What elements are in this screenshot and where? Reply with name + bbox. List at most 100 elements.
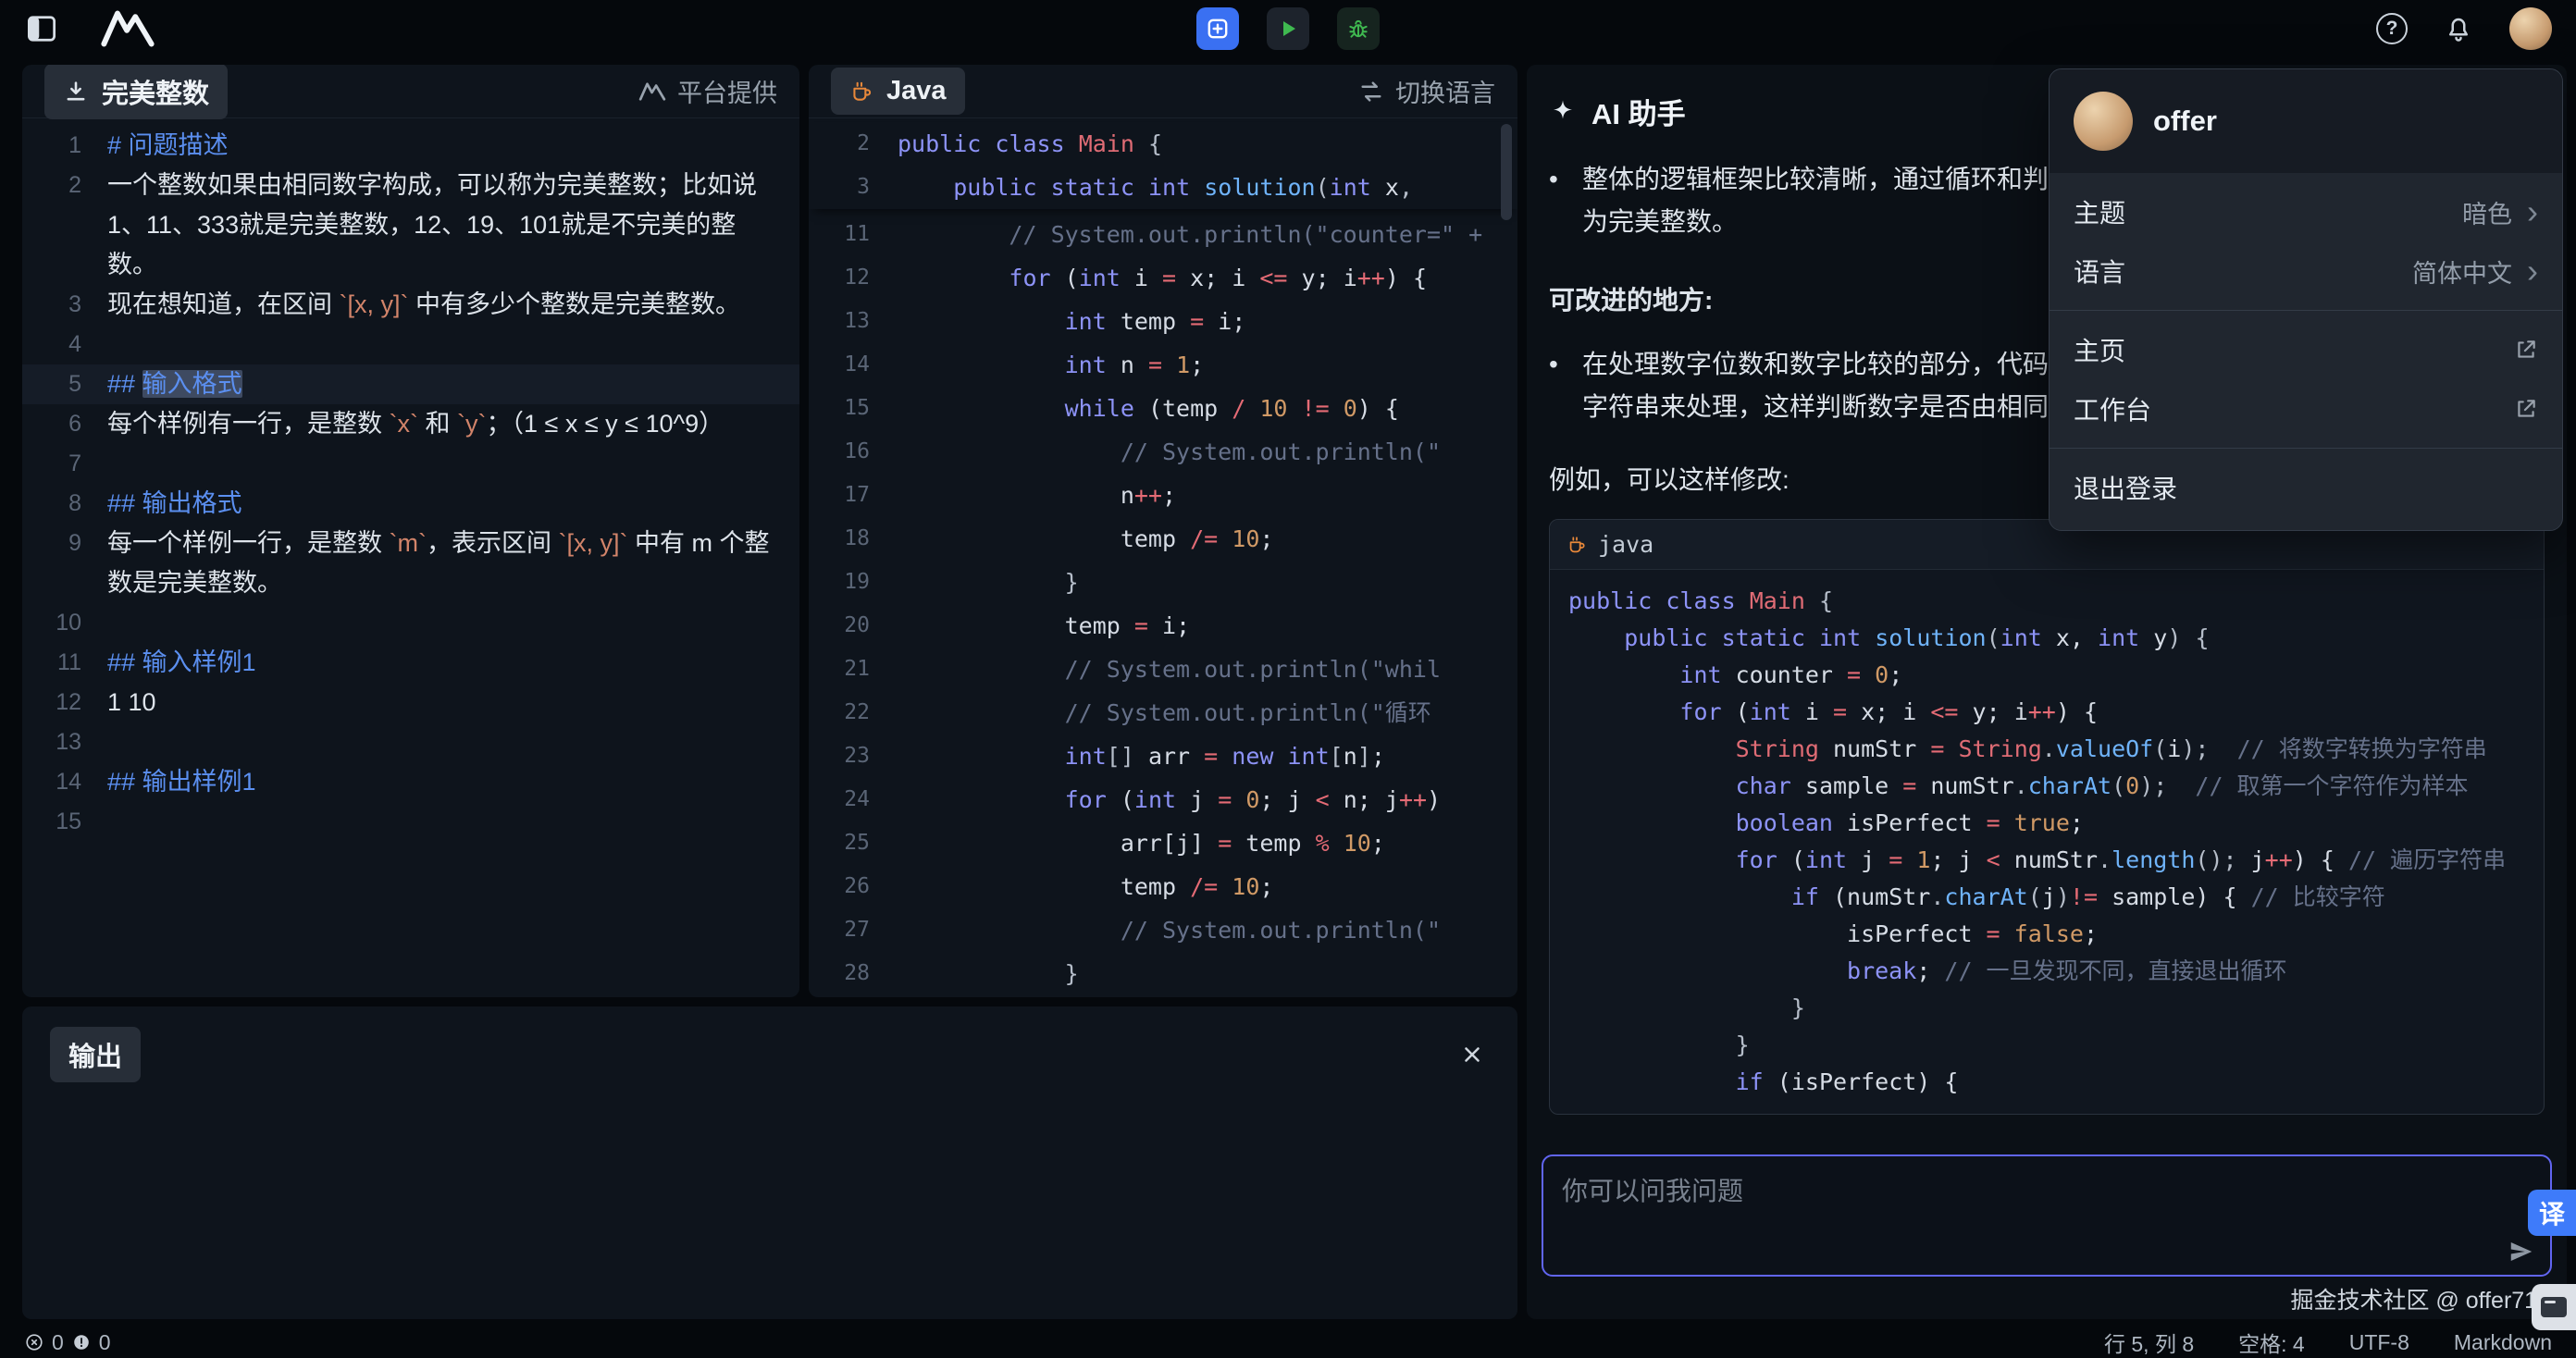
code-editor-panel: Java 切换语言 2public class Main {3 public s… (809, 65, 1517, 997)
code-token: != (1302, 395, 1330, 422)
code-token: int (1805, 846, 1847, 873)
code-token: `[x, y]` (559, 529, 628, 557)
line-number: 1 (22, 126, 107, 166)
help-button[interactable]: ? (2376, 13, 2408, 44)
indent-setting[interactable]: 空格: 4 (2238, 1327, 2305, 1358)
code-token: j (2042, 883, 2056, 910)
menu-item-home[interactable]: 主页 (2050, 320, 2562, 379)
problem-markdown-editor[interactable]: 1# 问题描述2一个整数如果由相同数字构成，可以称为完美整数；比如说1、11、3… (22, 118, 799, 842)
code-token (898, 830, 1121, 857)
menu-divider (2050, 310, 2562, 311)
code-token: <= (1259, 265, 1287, 291)
code-token: ; (1916, 957, 1944, 984)
line-number: 9 (22, 524, 107, 603)
code-token: 每个样例有一行，是整数 (107, 410, 390, 438)
problem-panel-header: 完美整数 平台提供 (22, 65, 799, 118)
code-token: ( (2153, 735, 2167, 762)
sidebar-toggle-button[interactable] (26, 15, 57, 43)
code-token (1218, 743, 1232, 770)
code-token: ## (107, 370, 142, 398)
code-token: { (1148, 130, 1162, 157)
bullet-dot: • (1549, 343, 1582, 428)
line-number: 22 (809, 691, 898, 735)
notifications-button[interactable] (2445, 15, 2472, 43)
code-token: ; j (1930, 846, 1986, 873)
code-token: (numStr (1819, 883, 1930, 910)
menu-item-logout[interactable]: 退出登录 (2050, 458, 2562, 517)
code-line: 20 temp = i; (809, 604, 1517, 648)
line-number: 28 (809, 952, 898, 995)
run-button[interactable] (1267, 7, 1309, 50)
code-token: % (1316, 830, 1330, 857)
code-token: int (1288, 743, 1330, 770)
editor-scrollbar-thumb[interactable] (1501, 124, 1512, 220)
code-token: sample) { (2098, 883, 2251, 910)
code-token (1652, 587, 1666, 614)
username: offer (2153, 105, 2217, 138)
code-token (1273, 743, 1287, 770)
menu-item-theme[interactable]: 主题暗色› (2050, 182, 2562, 241)
output-title-tab[interactable]: 输出 (50, 1027, 141, 1082)
code-token: 和 (418, 410, 457, 438)
code-token: } (1065, 569, 1079, 596)
extension-fab-button[interactable] (2532, 1284, 2576, 1330)
close-output-button[interactable] (1460, 1043, 1484, 1067)
code-token: ) (2056, 883, 2070, 910)
menu-item-language[interactable]: 语言简体中文› (2050, 241, 2562, 301)
code-token: n (1121, 482, 1134, 509)
code-token: ，表示区间 (427, 529, 559, 557)
run-icon (1277, 18, 1299, 40)
translate-fab-button[interactable]: 译 (2528, 1190, 2576, 1236)
user-avatar[interactable] (2509, 7, 2552, 50)
code-token: temp (1232, 830, 1315, 857)
code-token: # 问题描述 (107, 131, 229, 159)
code-token: ; (1889, 661, 1902, 688)
code-token: 10 (1232, 873, 1259, 900)
problem-title-tab[interactable]: 完美整数 (44, 65, 228, 119)
code-token: 0 (2125, 772, 2139, 799)
menu-item-workspace[interactable]: 工作台 (2050, 379, 2562, 438)
code-token: /= (1190, 873, 1218, 900)
code-token: ; (1259, 873, 1273, 900)
code-token: `[x, y]` (340, 290, 409, 318)
problems-indicator[interactable]: 0 0 (24, 1330, 111, 1355)
code-token: class (995, 130, 1064, 157)
switch-language-button[interactable]: 切换语言 (1358, 73, 1495, 109)
code-token: = (1902, 772, 1916, 799)
language-tab-java[interactable]: Java (831, 68, 965, 115)
code-token (1568, 809, 1736, 836)
send-button[interactable] (2508, 1238, 2535, 1265)
code-token: ; (2084, 920, 2098, 947)
code-token: ); (2139, 772, 2167, 799)
code-token: ( (2028, 883, 2042, 910)
code-line: char sample = numStr.charAt(0); // 取第一个字… (1568, 768, 2525, 805)
line-number: 21 (809, 648, 898, 691)
code-token (1568, 994, 1791, 1021)
line-number: 18 (809, 517, 898, 561)
code-token (2181, 624, 2195, 651)
user-menu-header: offer (2050, 69, 2562, 173)
language-mode[interactable]: Markdown (2454, 1330, 2552, 1355)
menu-item-label: 退出登录 (2074, 469, 2177, 506)
code-line: 26 temp /= 10; (809, 865, 1517, 908)
code-token: int (2098, 624, 2139, 651)
add-button[interactable] (1196, 7, 1239, 50)
sidebar-toggle-icon (26, 15, 57, 43)
code-token: `m` (390, 529, 427, 557)
code-line: String numStr = String.valueOf(i); // 将数… (1568, 731, 2525, 768)
code-token: ( (2112, 772, 2125, 799)
code-token (1568, 920, 1847, 947)
debug-button[interactable] (1337, 7, 1380, 50)
code-token: temp (1107, 308, 1190, 335)
code-token (2209, 735, 2236, 762)
code-line: if (numStr.charAt(j)!= sample) { // 比较字符 (1568, 879, 2525, 916)
code-token (1245, 395, 1259, 422)
chat-input[interactable] (1543, 1156, 2550, 1275)
encoding-setting[interactable]: UTF-8 (2349, 1330, 2409, 1355)
code-editor[interactable]: 2public class Main {3 public static int … (809, 118, 1517, 995)
cursor-position[interactable]: 行 5, 列 8 (2104, 1327, 2194, 1358)
code-token: ## 输出样例1 (107, 768, 256, 796)
code-token: // System.out.println(" (1121, 438, 1441, 465)
code-token: i (1791, 698, 1833, 725)
code-token: length (2112, 846, 2195, 873)
